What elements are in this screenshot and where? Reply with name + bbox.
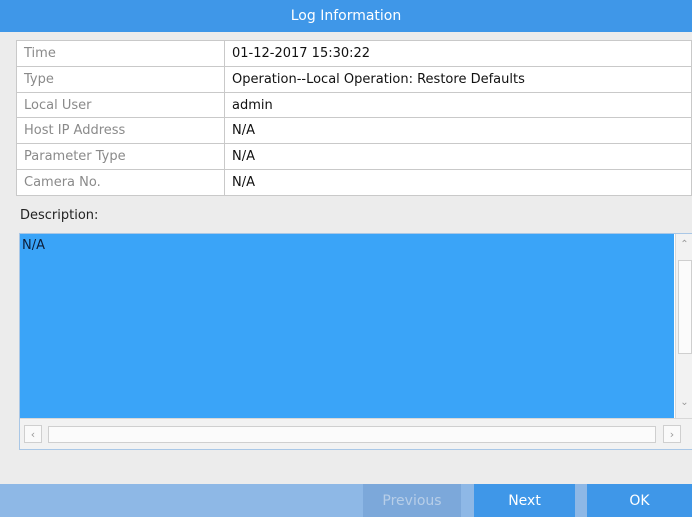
scroll-right-icon[interactable]: › [663, 425, 681, 443]
description-label: Description: [20, 208, 99, 223]
vertical-scrollbar[interactable]: ⌃ ⌄ [675, 234, 692, 418]
ok-button[interactable]: OK [587, 484, 692, 517]
dialog-title-bar: Log Information [0, 0, 692, 32]
scroll-down-icon[interactable]: ⌄ [676, 394, 692, 412]
table-row: Host IP Address N/A [16, 117, 692, 145]
type-value: Operation--Local Operation: Restore Defa… [224, 65, 692, 93]
camera-no-value: N/A [224, 169, 692, 196]
dialog-title: Log Information [290, 8, 402, 24]
description-box: N/A ⌃ ⌄ ‹ › [19, 233, 692, 450]
host-ip-value: N/A [224, 117, 692, 145]
table-row: Parameter Type N/A [16, 143, 692, 171]
next-button[interactable]: Next [474, 484, 575, 517]
time-label: Time [16, 40, 225, 67]
scroll-left-icon[interactable]: ‹ [24, 425, 42, 443]
table-row: Type Operation--Local Operation: Restore… [16, 65, 692, 93]
table-row: Camera No. N/A [16, 169, 692, 196]
time-value: 01-12-2017 15:30:22 [224, 40, 692, 67]
table-row: Local User admin [16, 91, 692, 119]
horizontal-scroll-thumb[interactable] [48, 426, 656, 443]
vertical-scroll-thumb[interactable] [678, 260, 692, 354]
parameter-type-value: N/A [224, 143, 692, 171]
scroll-up-icon[interactable]: ⌃ [676, 236, 692, 254]
type-label: Type [16, 65, 225, 93]
dialog-footer: Previous Next OK [0, 484, 692, 517]
parameter-type-label: Parameter Type [16, 143, 225, 171]
previous-button[interactable]: Previous [363, 484, 461, 517]
log-info-table: Time 01-12-2017 15:30:22 Type Operation-… [16, 40, 692, 196]
local-user-value: admin [224, 91, 692, 119]
horizontal-scrollbar[interactable]: ‹ › [20, 418, 692, 449]
description-text[interactable]: N/A [20, 234, 674, 418]
local-user-label: Local User [16, 91, 225, 119]
host-ip-label: Host IP Address [16, 117, 225, 145]
table-row: Time 01-12-2017 15:30:22 [16, 40, 692, 67]
camera-no-label: Camera No. [16, 169, 225, 196]
